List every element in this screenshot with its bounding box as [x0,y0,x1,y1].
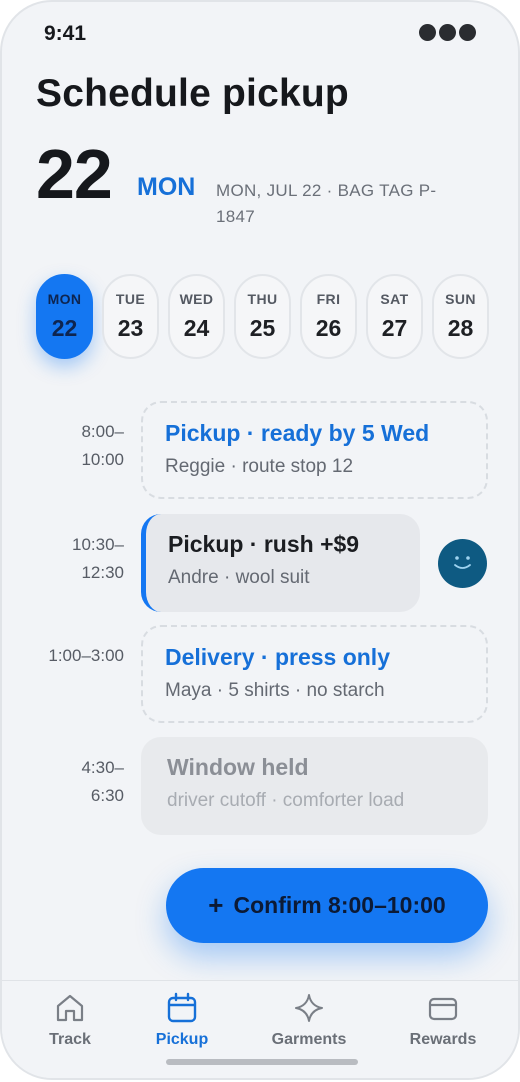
phone-screen: 9:41 Schedule pickup 22 MON MON, JUL 22 … [0,0,520,1080]
home-indicator[interactable] [166,1059,358,1065]
tab-label: Pickup [155,1031,209,1048]
slot-card-open[interactable]: Delivery · press only Maya · 5 shirts · … [141,625,488,723]
day-pill-number: 24 [183,315,210,341]
confirm-button[interactable]: + Confirm 8:00–10:00 [166,868,488,943]
home-icon [20,991,120,1025]
day-pill-tue[interactable]: TUE 23 [102,274,159,359]
slot-title: Pickup · rush +$9 [168,531,360,557]
day-pill-number: 26 [315,315,342,341]
slot-time: 8:00– 10:00 [34,418,124,474]
wallet-icon [393,991,493,1025]
day-pill-weekday: SUN [445,291,476,307]
slot-time-end: 6:30 [90,786,124,805]
slot-time: 4:30– 6:30 [34,754,124,810]
date-subtitle: MON, JUL 22 · BAG TAG P-1847 [216,181,437,226]
day-pill-weekday: FRI [316,291,341,307]
slot-subtitle: Reggie · route stop 12 [165,456,354,477]
slot-title: Pickup · ready by 5 Wed [165,420,430,446]
sparkle-icon [259,991,359,1025]
day-pill-number: 25 [249,315,276,341]
day-pill-mon[interactable]: MON 22 [36,274,93,359]
status-time: 9:41 [44,22,87,45]
day-picker: MON 22 TUE 23 WED 24 THU 25 FRI 26 SAT 2… [36,274,489,359]
day-pill-wed[interactable]: WED 24 [168,274,225,359]
tab-label: Garments [271,1031,347,1048]
slot-time-start: 4:30– [81,758,124,777]
day-pill-number: 28 [447,315,474,341]
status-icons [419,24,476,41]
tab-bar: Track Pickup Garments Rewards [2,980,518,1078]
selected-day-number: 22 [36,135,113,213]
tab-label: Rewards [409,1031,477,1048]
slot-card-booked[interactable]: Pickup · rush +$9 Andre · wool suit [141,514,420,612]
slot-time: 10:30– 12:30 [34,531,124,587]
tab-garments[interactable]: Garments [259,991,359,1049]
slot-time: 1:00–3:00 [34,642,124,670]
slot-title: Window held [167,754,309,780]
slot-time-start: 8:00– [81,422,124,441]
slot-time-start: 1:00–3:00 [48,646,124,665]
selected-weekday: MON [137,173,196,201]
day-pill-thu[interactable]: THU 25 [234,274,291,359]
status-dot-icon [439,24,456,41]
day-pill-number: 27 [381,315,408,341]
page-title: Schedule pickup [36,72,349,115]
slot-title: Delivery · press only [165,644,390,670]
day-pill-weekday: MON [47,291,82,307]
slot-time-end: 12:30 [81,563,124,582]
tab-pickup[interactable]: Pickup [132,991,232,1049]
smile-face-icon [454,556,471,569]
slot-subtitle: Maya · 5 shirts · no starch [165,680,385,701]
day-pill-weekday: SAT [380,291,409,307]
day-pill-number: 23 [117,315,144,341]
slot-time-start: 10:30– [72,535,124,554]
status-dot-icon [419,24,436,41]
avatar[interactable] [438,539,487,588]
plus-icon: + [208,890,224,920]
day-pill-fri[interactable]: FRI 26 [300,274,357,359]
day-pill-sun[interactable]: SUN 28 [432,274,489,359]
day-pill-sat[interactable]: SAT 27 [366,274,423,359]
day-pill-weekday: THU [247,291,278,307]
confirm-button-label: Confirm 8:00–10:00 [233,892,446,918]
tab-label: Track [49,1031,91,1048]
tab-rewards[interactable]: Rewards [393,991,493,1049]
day-pill-weekday: WED [179,291,214,307]
slot-time-end: 10:00 [81,450,124,469]
day-pill-number: 22 [51,315,78,341]
status-dot-icon [459,24,476,41]
tab-track[interactable]: Track [20,991,120,1049]
slot-card-open[interactable]: Pickup · ready by 5 Wed Reggie · route s… [141,401,488,499]
slot-subtitle: Andre · wool suit [168,567,310,588]
day-pill-weekday: TUE [115,291,146,307]
slot-card-held: Window held driver cutoff · comforter lo… [141,737,488,835]
calendar-icon [132,991,232,1025]
slot-subtitle: driver cutoff · comforter load [167,790,405,811]
